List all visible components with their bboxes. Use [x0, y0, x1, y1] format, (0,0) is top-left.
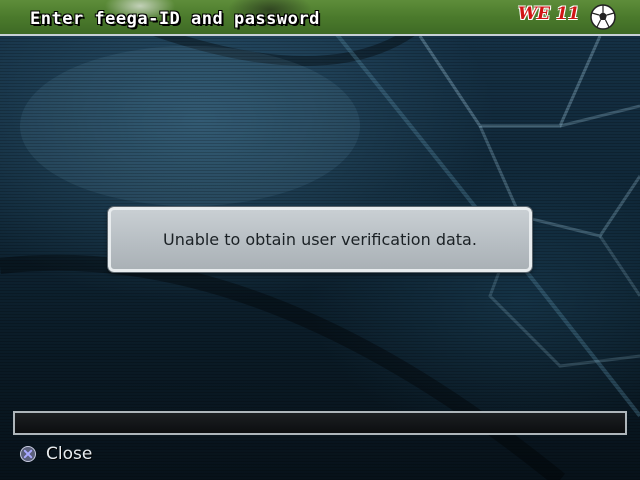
game-logo: WE 11 [508, 2, 628, 34]
game-screen: Enter feega-ID and password WE 11 Unable… [0, 0, 640, 480]
dialog-message: Unable to obtain user verification data. [163, 230, 477, 249]
header-title: Enter feega-ID and password [30, 9, 320, 29]
cross-button-icon [20, 446, 36, 462]
close-label: Close [46, 444, 93, 464]
status-bar [13, 411, 627, 435]
logo-text: WE 11 [518, 4, 580, 24]
soccer-ball-icon [590, 4, 616, 30]
header-banner: Enter feega-ID and password WE 11 [0, 0, 640, 36]
close-button[interactable]: Close [20, 443, 92, 465]
error-dialog: Unable to obtain user verification data. [108, 207, 532, 272]
